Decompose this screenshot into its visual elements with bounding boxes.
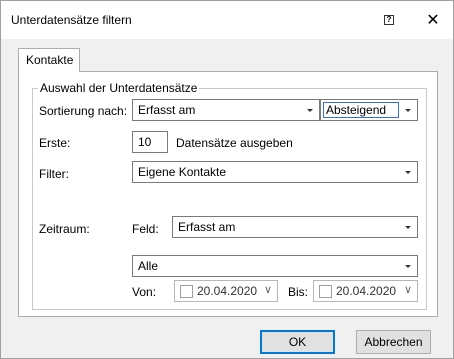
- dialog-window: Unterdatensätze filtern ? ✕ Kontakte Aus…: [0, 0, 454, 359]
- sort-label: Sortierung nach:: [39, 104, 128, 118]
- from-date-checkbox[interactable]: [180, 285, 193, 298]
- sort-order-value: Absteigend: [326, 103, 387, 117]
- chevron-down-icon: [405, 226, 411, 229]
- filter-combo[interactable]: Eigene Kontakte: [132, 161, 418, 183]
- help-button[interactable]: ?: [379, 11, 399, 29]
- from-date-picker[interactable]: 20.04.2020 ∨: [174, 280, 278, 302]
- tab-kontakte[interactable]: Kontakte: [18, 48, 80, 72]
- filter-label: Filter:: [39, 167, 69, 181]
- period-label: Zeitraum:: [39, 222, 90, 236]
- period-field-combo[interactable]: Erfasst am: [172, 216, 418, 238]
- from-label: Von:: [132, 285, 157, 299]
- chevron-down-icon: ∨: [403, 284, 412, 296]
- chevron-down-icon: [405, 265, 411, 268]
- chevron-down-icon: [405, 109, 411, 112]
- sort-field-combo[interactable]: Erfasst am: [132, 99, 320, 121]
- period-field-label: Feld:: [132, 222, 159, 236]
- title-bar: Unterdatensätze filtern ? ✕: [1, 1, 453, 39]
- chevron-down-icon: [307, 109, 313, 112]
- to-date-checkbox[interactable]: [319, 285, 332, 298]
- filter-value: Eigene Kontakte: [138, 165, 227, 179]
- close-icon: ✕: [426, 12, 440, 29]
- period-range-value: Alle: [138, 259, 159, 273]
- first-suffix-label: Datensätze ausgeben: [176, 136, 293, 150]
- help-icon: ?: [384, 15, 394, 25]
- first-count-input[interactable]: 10: [132, 131, 168, 153]
- chevron-down-icon: ∨: [263, 284, 272, 296]
- to-date-value: 20.04.2020: [336, 284, 397, 298]
- first-count-value: 10: [138, 135, 152, 149]
- period-field-value: Erfasst am: [178, 220, 236, 234]
- cancel-button[interactable]: Abbrechen: [356, 330, 431, 354]
- period-range-combo[interactable]: Alle: [132, 255, 418, 277]
- to-date-picker[interactable]: 20.04.2020 ∨: [313, 280, 418, 302]
- ok-button[interactable]: OK: [260, 330, 335, 354]
- from-date-value: 20.04.2020: [197, 284, 258, 298]
- chevron-down-icon: [405, 171, 411, 174]
- to-label: Bis:: [288, 285, 309, 299]
- close-button[interactable]: ✕: [421, 9, 445, 31]
- sort-field-value: Erfasst am: [138, 103, 196, 117]
- sort-order-combo[interactable]: Absteigend: [320, 99, 418, 121]
- window-title: Unterdatensätze filtern: [11, 13, 132, 27]
- first-label: Erste:: [39, 136, 71, 150]
- groupbox-legend: Auswahl der Unterdatensätze: [38, 81, 200, 95]
